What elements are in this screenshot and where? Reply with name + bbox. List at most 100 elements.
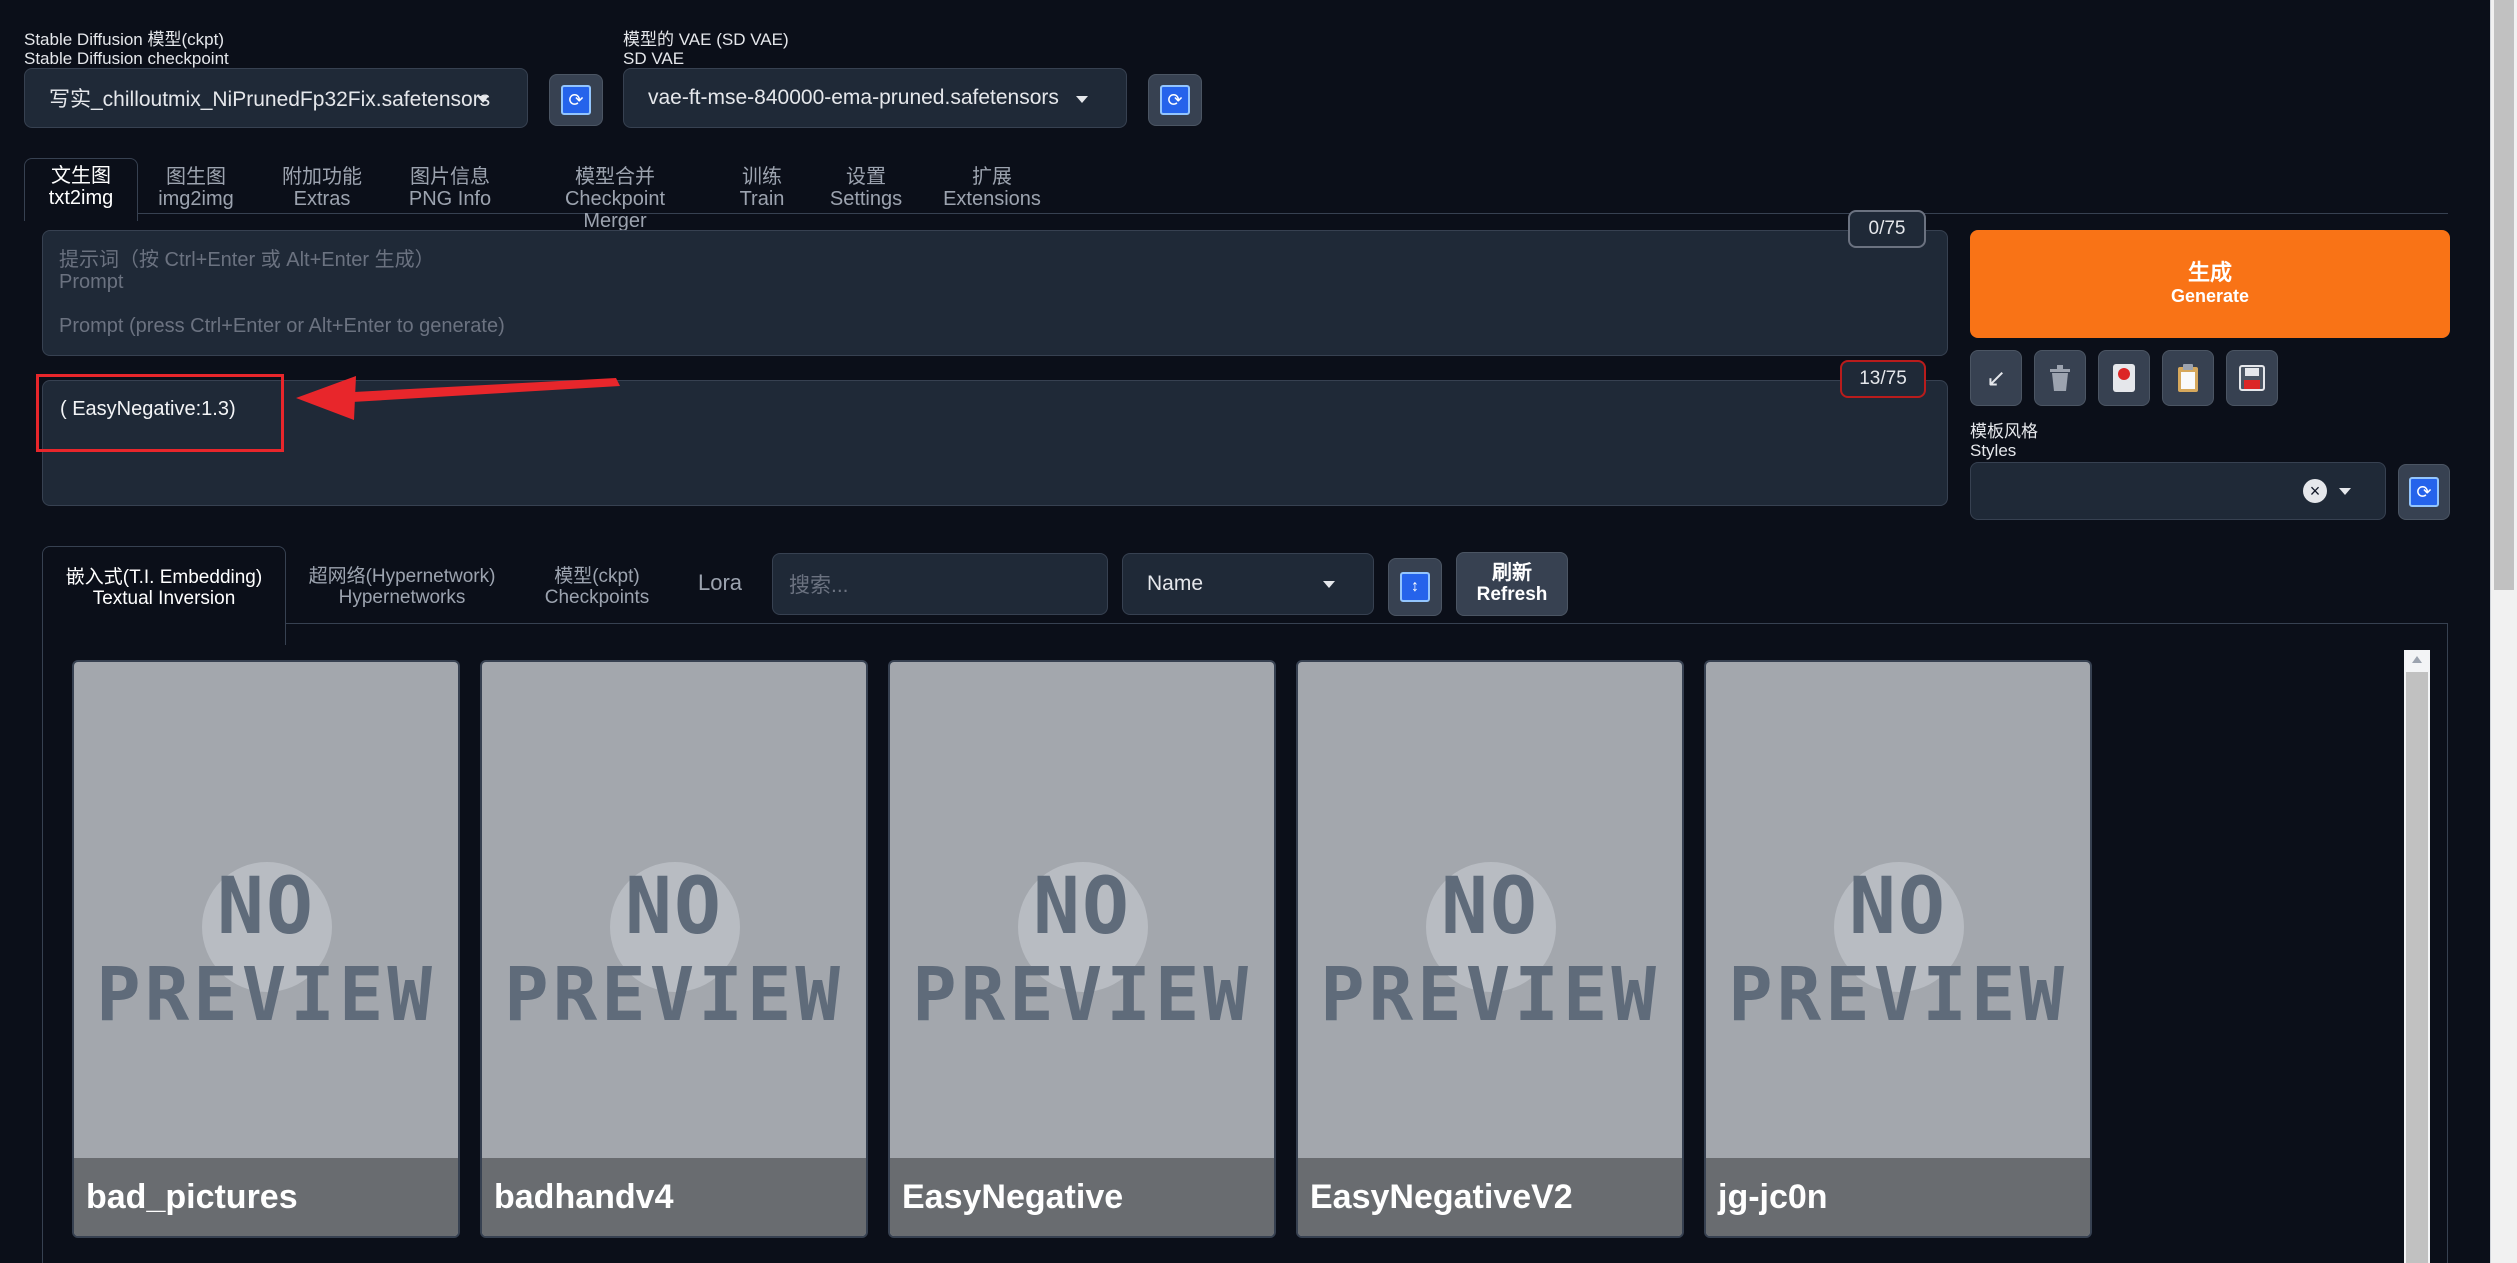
tab-label-zh: 扩展 bbox=[972, 166, 1012, 188]
tab-label-zh: 模型(ckpt) bbox=[554, 566, 640, 587]
tab-settings[interactable]: 设置 Settings bbox=[826, 166, 906, 222]
tab-label-en: Lora bbox=[697, 570, 743, 595]
refresh-label-en: Refresh bbox=[1476, 584, 1548, 605]
tab-checkpoint-merger[interactable]: 模型合并 Checkpoint Merger bbox=[532, 166, 698, 232]
tab-lora[interactable]: Lora bbox=[690, 572, 750, 650]
no-preview-text: NO bbox=[1033, 862, 1131, 952]
no-preview-text: NO bbox=[1441, 862, 1539, 952]
checkpoint-dropdown[interactable]: 写实_chilloutmix_NiPrunedFp32Fix.safetenso… bbox=[24, 68, 528, 128]
tab-label-en: Textual Inversion bbox=[92, 588, 236, 609]
cards-scrollbar[interactable] bbox=[2404, 650, 2430, 1263]
prompt-placeholder: Prompt (press Ctrl+Enter or Alt+Enter to… bbox=[59, 315, 505, 337]
chevron-down-icon bbox=[477, 96, 489, 103]
tab-label-en: txt2img bbox=[48, 187, 114, 209]
refresh-label-zh: 刷新 bbox=[1492, 562, 1532, 584]
tab-hypernetworks[interactable]: 超网络(Hypernetwork) Hypernetworks bbox=[300, 566, 504, 644]
sort-icon: ↕ bbox=[1400, 572, 1430, 602]
refresh-icon: ⟳ bbox=[561, 85, 591, 115]
chevron-down-icon bbox=[1076, 96, 1088, 103]
embedding-card[interactable]: NO PREVIEW bad_pictures bbox=[74, 662, 458, 1236]
sort-direction-button[interactable]: ↕ bbox=[1388, 558, 1442, 616]
checkpoint-label: Stable Diffusion 模型(ckpt) Stable Diffusi… bbox=[24, 30, 229, 68]
clipboard-icon bbox=[2178, 364, 2198, 392]
clear-prompt-button[interactable] bbox=[2034, 350, 2086, 406]
tab-label-zh: 文生图 bbox=[51, 165, 111, 187]
tab-label-en: Settings bbox=[829, 188, 903, 210]
styles-label: 模板风格 Styles bbox=[1970, 422, 2038, 460]
styles-dropdown[interactable]: × bbox=[1970, 462, 2386, 520]
no-preview-text: NO bbox=[625, 862, 723, 952]
prompt-hint-en: Prompt bbox=[59, 271, 124, 293]
no-preview-text: PREVIEW bbox=[1320, 952, 1660, 1038]
card-name: jg-jc0n bbox=[1706, 1158, 2090, 1236]
search-placeholder: 搜索... bbox=[789, 574, 849, 597]
embedding-card[interactable]: NO PREVIEW EasyNegativeV2 bbox=[1298, 662, 1682, 1236]
tab-label-en: Extensions bbox=[943, 188, 1041, 210]
tab-label-en: Checkpoints bbox=[544, 587, 650, 608]
tab-label-en: Checkpoint Merger bbox=[564, 188, 666, 232]
chevron-down-icon bbox=[1323, 581, 1335, 588]
tab-png-info[interactable]: 图片信息 PNG Info bbox=[400, 166, 500, 222]
no-preview-text: PREVIEW bbox=[96, 952, 436, 1038]
tab-img2img[interactable]: 图生图 img2img bbox=[150, 166, 242, 222]
card-name: EasyNegativeV2 bbox=[1298, 1158, 1682, 1236]
generate-button[interactable]: 生成 Generate bbox=[1970, 230, 2450, 338]
page-scrollbar-thumb[interactable] bbox=[2494, 0, 2514, 590]
tab-label-zh: 超网络(Hypernetwork) bbox=[308, 566, 496, 587]
prompt-token-counter: 0/75 bbox=[1848, 210, 1926, 248]
tab-divider bbox=[24, 213, 2448, 214]
checkpoint-label-en: Stable Diffusion checkpoint bbox=[24, 49, 229, 68]
generate-label-en: Generate bbox=[2170, 286, 2250, 306]
card-icon bbox=[2113, 364, 2135, 392]
styles-refresh-button[interactable]: ⟳ bbox=[2398, 464, 2450, 520]
refresh-icon: ⟳ bbox=[1160, 85, 1190, 115]
tab-extensions[interactable]: 扩展 Extensions bbox=[940, 166, 1044, 222]
save-style-button[interactable] bbox=[2226, 350, 2278, 406]
apply-style-button[interactable] bbox=[2162, 350, 2214, 406]
checkpoint-value: 写实_chilloutmix_NiPrunedFp32Fix.safetenso… bbox=[49, 88, 491, 111]
prompt-hint-zh: 提示词（按 Ctrl+Enter 或 Alt+Enter 生成） bbox=[59, 249, 435, 271]
checkpoint-label-zh: Stable Diffusion 模型(ckpt) bbox=[24, 30, 224, 49]
tab-label-zh: 图生图 bbox=[166, 166, 226, 188]
vae-label-en: SD VAE bbox=[623, 49, 685, 68]
tab-label-zh: 附加功能 bbox=[282, 166, 362, 188]
tab-textual-inversion[interactable]: 嵌入式(T.I. Embedding) Textual Inversion bbox=[42, 546, 286, 645]
styles-label-en: Styles bbox=[1970, 441, 2017, 460]
card-name: badhandv4 bbox=[482, 1158, 866, 1236]
tab-label-zh: 嵌入式(T.I. Embedding) bbox=[65, 567, 263, 588]
vae-dropdown[interactable]: vae-ft-mse-840000-ema-pruned.safetensors bbox=[623, 68, 1127, 128]
negative-prompt-value: ( EasyNegative:1.3) bbox=[60, 398, 236, 420]
prompt-textarea[interactable]: 提示词（按 Ctrl+Enter 或 Alt+Enter 生成） Prompt … bbox=[42, 230, 1948, 356]
checkpoint-refresh-button[interactable]: ⟳ bbox=[549, 74, 603, 126]
sort-value: Name bbox=[1147, 572, 1204, 595]
tab-txt2img[interactable]: 文生图 txt2img bbox=[24, 158, 138, 221]
refresh-networks-button[interactable]: 刷新 Refresh bbox=[1456, 552, 1568, 616]
prompt-hint: 提示词（按 Ctrl+Enter 或 Alt+Enter 生成） Prompt bbox=[59, 249, 435, 293]
scrollbar-thumb[interactable] bbox=[2406, 672, 2428, 1263]
search-input[interactable]: 搜索... bbox=[772, 553, 1108, 615]
sort-dropdown[interactable]: Name bbox=[1122, 553, 1374, 615]
negative-token-counter: 13/75 bbox=[1840, 360, 1926, 398]
no-preview-text: NO bbox=[1849, 862, 1947, 952]
embedding-card[interactable]: NO PREVIEW badhandv4 bbox=[482, 662, 866, 1236]
floppy-disk-icon bbox=[2239, 365, 2265, 391]
tab-label-en: img2img bbox=[158, 188, 234, 210]
embedding-card[interactable]: NO PREVIEW jg-jc0n bbox=[1706, 662, 2090, 1236]
read-params-button[interactable]: ↙ bbox=[1970, 350, 2022, 406]
annotation-arrow bbox=[296, 376, 620, 420]
tab-train[interactable]: 训练 Train bbox=[730, 166, 794, 222]
styles-label-zh: 模板风格 bbox=[1970, 422, 2038, 441]
clear-icon[interactable]: × bbox=[2303, 479, 2327, 503]
vae-label-zh: 模型的 VAE (SD VAE) bbox=[623, 30, 789, 49]
no-preview-text: PREVIEW bbox=[912, 952, 1252, 1038]
vae-refresh-button[interactable]: ⟳ bbox=[1148, 74, 1202, 126]
tab-checkpoints[interactable]: 模型(ckpt) Checkpoints bbox=[530, 566, 664, 644]
scroll-up-icon[interactable] bbox=[2412, 656, 2422, 663]
extra-networks-button[interactable] bbox=[2098, 350, 2150, 406]
card-name: bad_pictures bbox=[74, 1158, 458, 1236]
tab-extras[interactable]: 附加功能 Extras bbox=[272, 166, 372, 222]
page-scrollbar[interactable] bbox=[2490, 0, 2517, 1263]
tab-label-zh: 训练 bbox=[742, 166, 782, 188]
tab-label-en: Hypernetworks bbox=[338, 587, 466, 608]
embedding-card[interactable]: NO PREVIEW EasyNegative bbox=[890, 662, 1274, 1236]
